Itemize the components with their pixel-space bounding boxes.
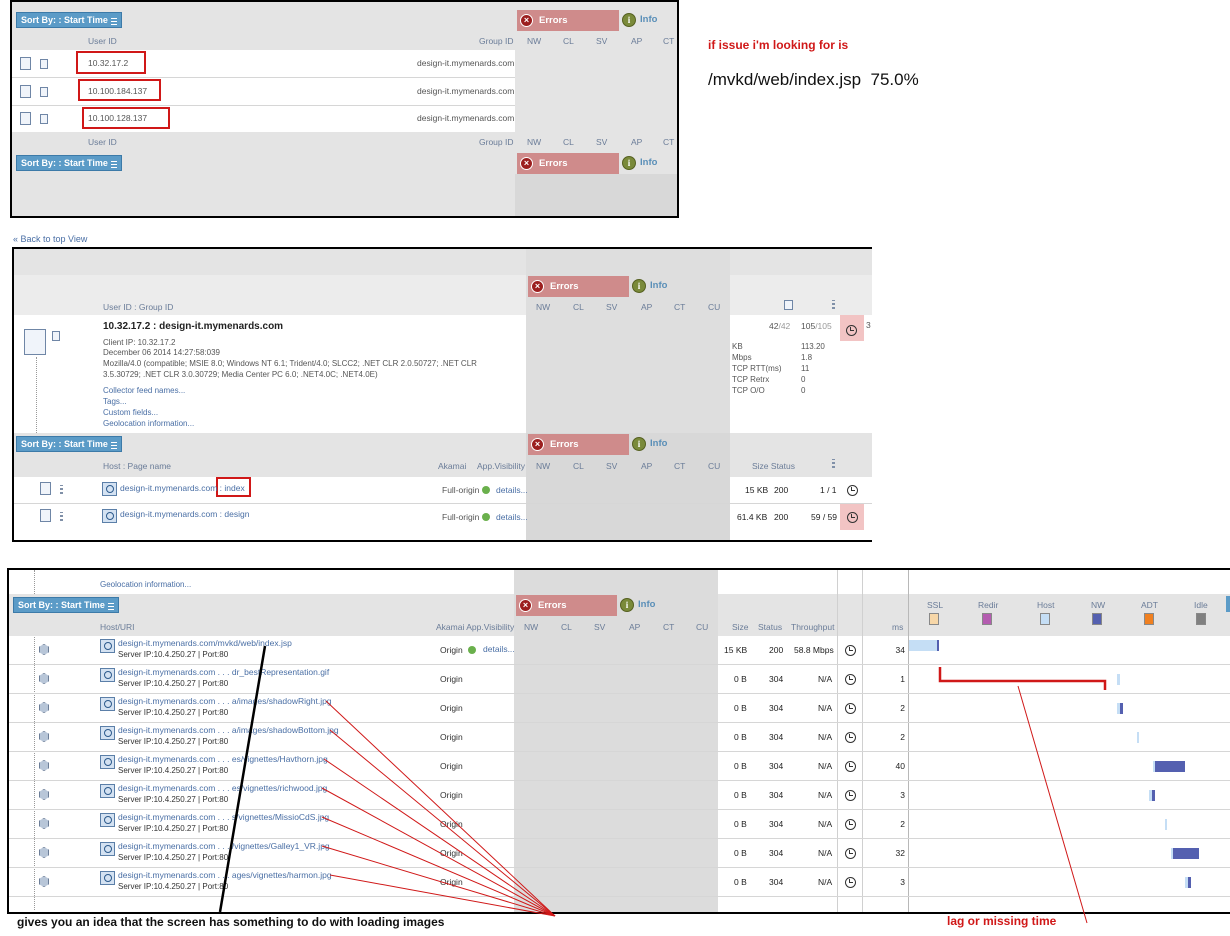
images-annotation: gives you an idea that the screen has so… — [17, 915, 445, 929]
annotation-overlay — [218, 645, 1107, 924]
lag-annotation: lag or missing time — [947, 914, 1057, 928]
